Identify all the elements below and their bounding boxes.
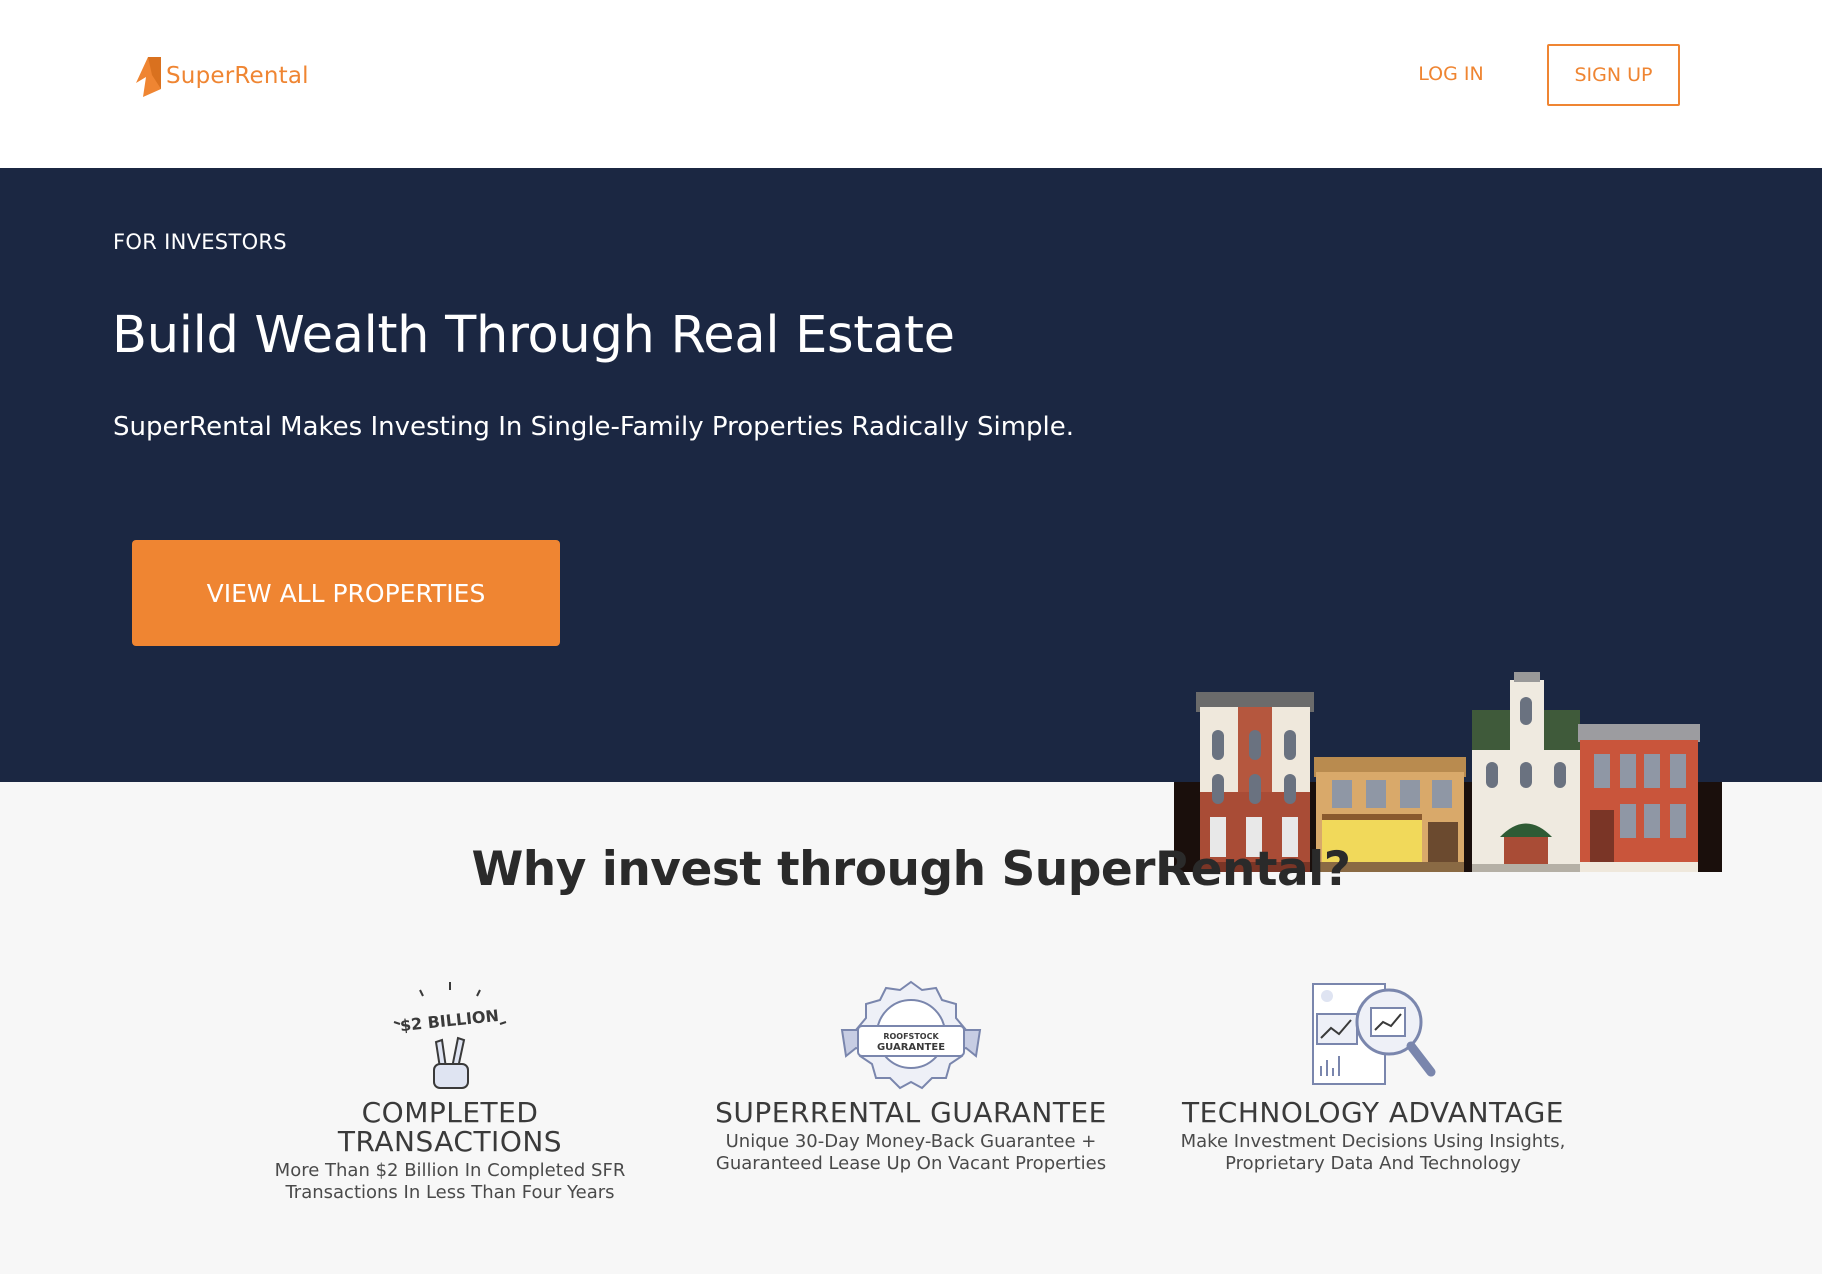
- feature-title-line1: COMPLETED: [361, 1096, 539, 1129]
- view-all-properties-button[interactable]: VIEW ALL PROPERTIES: [132, 540, 560, 646]
- feature-title: SUPERRENTAL GUARANTEE: [715, 1096, 1107, 1129]
- feature-desc-line1: Unique 30-Day Money-Back Guarantee +: [725, 1131, 1097, 1152]
- feature-title: TECHNOLOGY ADVANTAGE: [1182, 1096, 1564, 1129]
- two-billion-text: $2 BILLION: [399, 1006, 500, 1035]
- feature-desc-line1: More Than $2 Billion In Completed SFR: [274, 1160, 626, 1181]
- guarantee-badge-icon: ROOFSTOCK GUARANTEE: [840, 980, 982, 1090]
- hero-title: Build Wealth Through Real Estate: [112, 306, 955, 365]
- analytics-magnifier-icon: [1312, 983, 1436, 1085]
- feature-desc-line2: Transactions In Less Than Four Years: [285, 1182, 615, 1203]
- hero-subtitle: SuperRental Makes Investing In Single-Fa…: [113, 412, 1075, 442]
- login-link[interactable]: LOG IN: [1396, 44, 1506, 104]
- feature-desc-line2: Guaranteed Lease Up On Vacant Properties: [715, 1153, 1107, 1174]
- signup-button[interactable]: SIGN UP: [1547, 44, 1680, 106]
- two-billion-hand-icon: $2 BILLION: [393, 982, 507, 1089]
- feature-technology-advantage: TECHNOLOGY ADVANTAGE Make Investment Dec…: [1153, 980, 1593, 1175]
- feature-desc-line2: Proprietary Data And Technology: [1225, 1153, 1521, 1174]
- site-header: SuperRental LOG IN SIGN UP: [0, 0, 1822, 168]
- why-title: Why invest through SuperRental?: [471, 842, 1351, 897]
- hero-eyebrow: FOR INVESTORS: [113, 230, 287, 254]
- row-houses-illustration: [1174, 672, 1722, 872]
- guarantee-text: GUARANTEE: [877, 1042, 945, 1053]
- logo-text: SuperRental: [166, 63, 309, 89]
- hero-section: FOR INVESTORS Build Wealth Through Real …: [0, 168, 1822, 872]
- feature-desc-line1: Make Investment Decisions Using Insights…: [1180, 1131, 1566, 1152]
- roofstock-text: ROOFSTOCK: [883, 1032, 939, 1041]
- feature-guarantee: ROOFSTOCK GUARANTEE SUPERRENTAL GUARANTE…: [691, 980, 1131, 1175]
- feature-completed-transactions: $2 BILLION COMPLETED TRANSACTIONS More T…: [250, 980, 650, 1204]
- logo[interactable]: SuperRental: [134, 54, 309, 98]
- logo-icon: [136, 57, 161, 97]
- feature-title-line2: TRANSACTIONS: [337, 1125, 563, 1158]
